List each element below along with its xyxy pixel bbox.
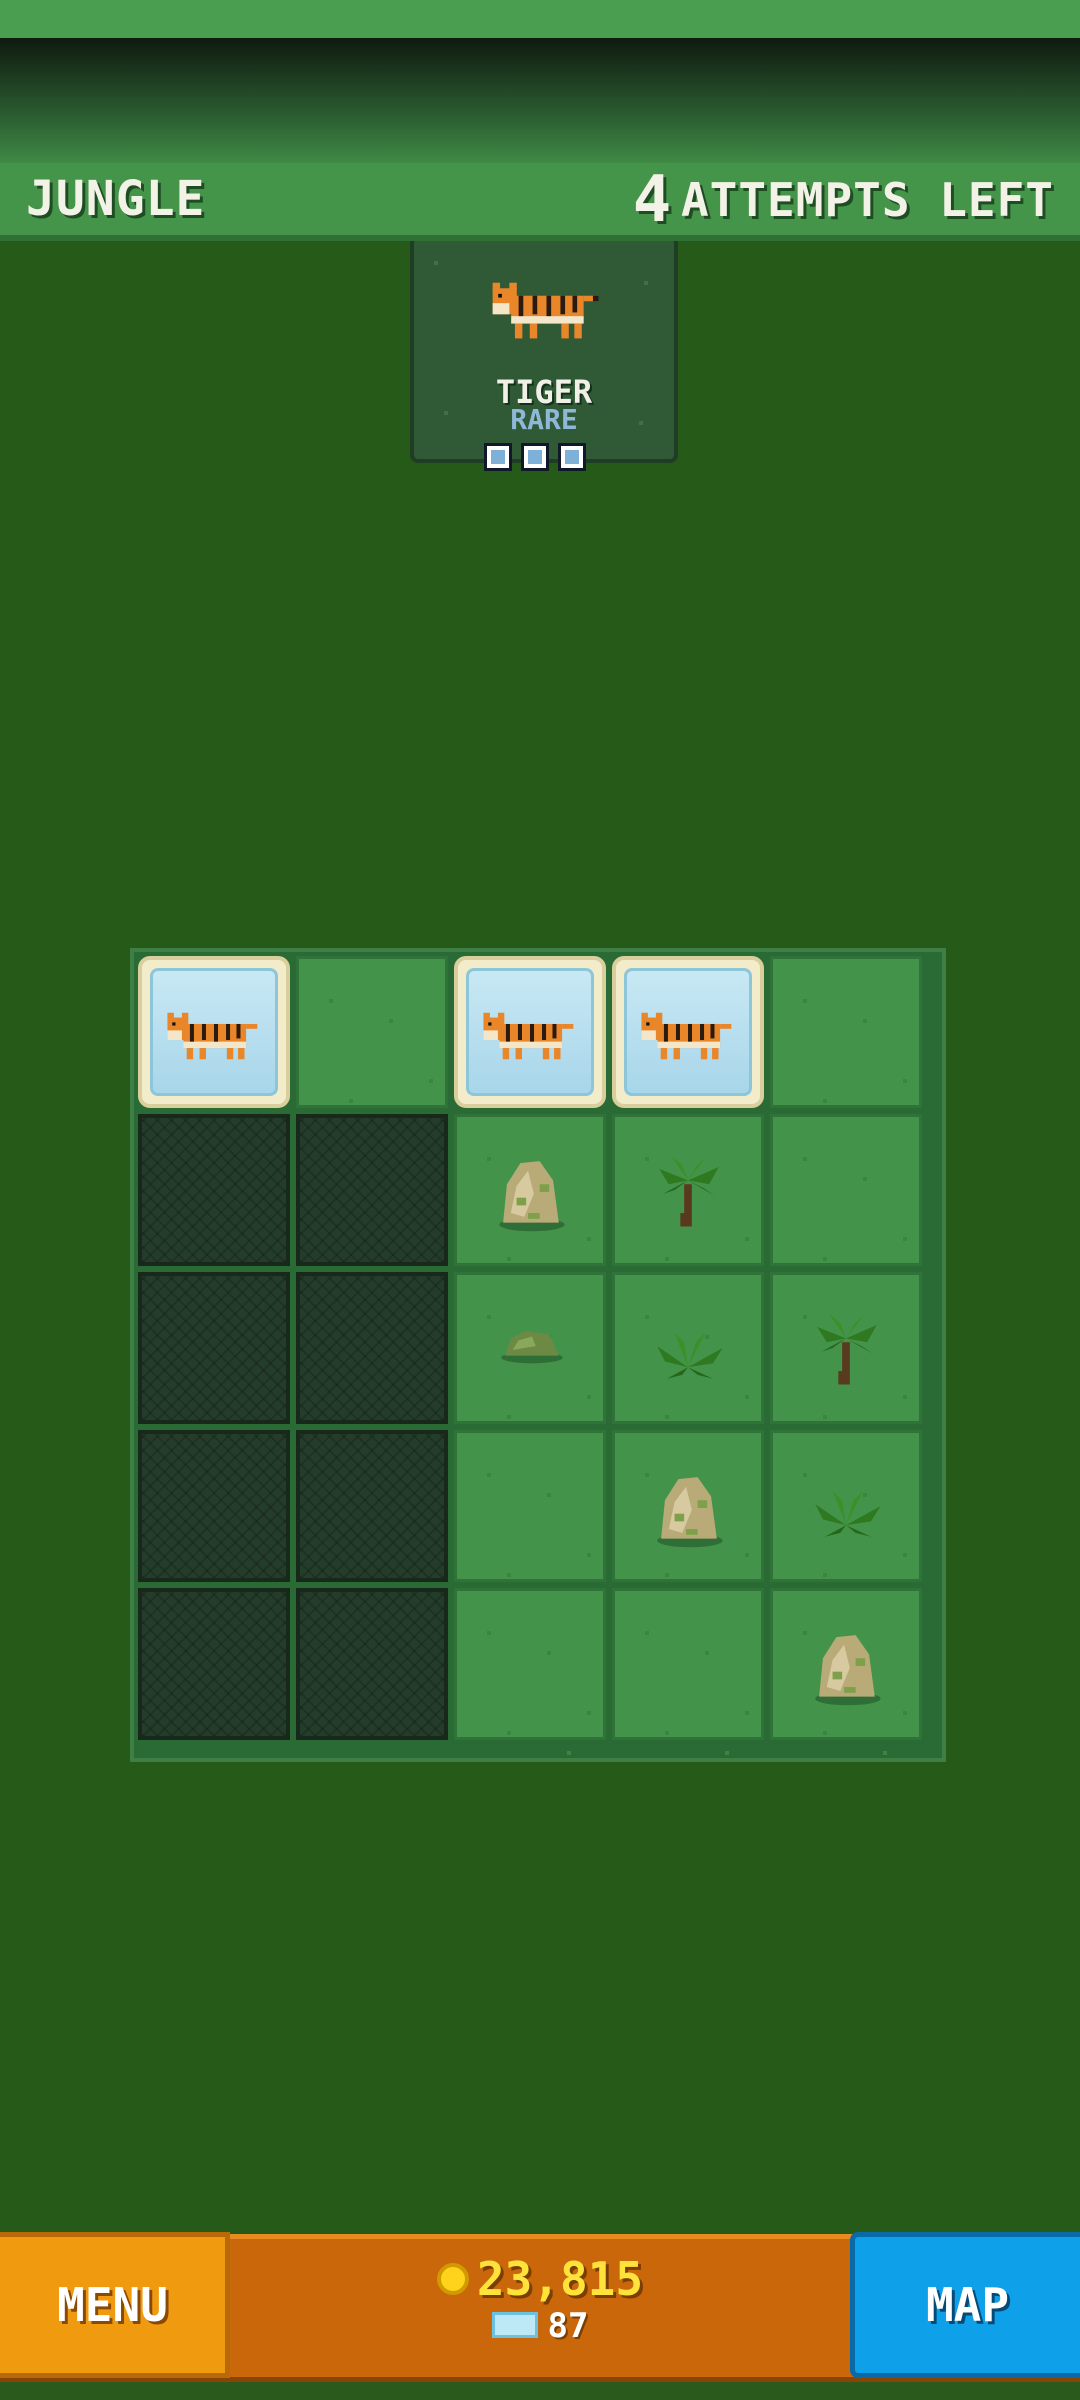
attempts-counter: 4 ATTEMPTS LEFT — [633, 163, 1054, 237]
grid-cell-locked — [138, 1272, 290, 1424]
grid-cell-grass[interactable] — [454, 1588, 606, 1740]
grid-cell-tiger — [454, 956, 606, 1108]
target-rarity: RARE — [510, 403, 578, 436]
progress-slot-3 — [558, 443, 586, 471]
grid-cell-locked — [296, 1430, 448, 1582]
coin-icon — [436, 2262, 469, 2295]
rock-icon — [773, 1591, 919, 1737]
grid-cell-palm[interactable] — [612, 1114, 764, 1266]
grid-cell-locked — [138, 1588, 290, 1740]
grid-cell-locked — [138, 1430, 290, 1582]
grid-cell-rock[interactable] — [770, 1588, 922, 1740]
game-grid — [130, 948, 946, 1762]
zone-title: JUNGLE — [26, 171, 206, 227]
coin-amount: 23,815 — [476, 2252, 644, 2306]
gem-amount: 87 — [547, 2306, 589, 2346]
rock-icon — [615, 1433, 761, 1579]
tiger-icon — [466, 968, 594, 1096]
status-bar-area — [0, 0, 1080, 38]
grid-cell-grass[interactable] — [454, 1430, 606, 1582]
target-animal-card: TIGER RARE — [410, 241, 678, 471]
grid-cell-bush[interactable] — [454, 1272, 606, 1424]
grid-cell-grass[interactable] — [770, 1114, 922, 1266]
grid-cell-locked — [296, 1114, 448, 1266]
map-button[interactable]: MAP — [850, 2232, 1080, 2378]
grid-cell-grass[interactable] — [770, 956, 922, 1108]
grid-cell-fern[interactable] — [612, 1272, 764, 1424]
top-header: JUNGLE 4 ATTEMPTS LEFT — [0, 163, 1080, 241]
palm-icon — [773, 1275, 919, 1421]
attempts-number: 4 — [632, 163, 672, 237]
grid-cell-fern[interactable] — [770, 1430, 922, 1582]
grid-cell-tiger — [612, 956, 764, 1108]
rock-icon — [457, 1117, 603, 1263]
grid-cell-tiger — [138, 956, 290, 1108]
fern-icon — [773, 1433, 919, 1579]
fern-icon — [615, 1275, 761, 1421]
bottom-strip — [0, 2382, 1080, 2400]
grid-cell-rock[interactable] — [612, 1430, 764, 1582]
gem-icon — [491, 2311, 538, 2338]
tiger-icon — [492, 282, 599, 339]
grid-cell-locked — [296, 1272, 448, 1424]
progress-slot-1 — [484, 443, 512, 471]
grid-cell-rock[interactable] — [454, 1114, 606, 1266]
grid-cell-grass[interactable] — [612, 1588, 764, 1740]
tiger-icon — [150, 968, 278, 1096]
tiger-icon — [624, 968, 752, 1096]
target-progress — [484, 443, 586, 471]
progress-slot-2 — [521, 443, 549, 471]
bush-icon — [457, 1275, 603, 1421]
grid-cell-locked — [138, 1114, 290, 1266]
attempts-label: ATTEMPTS LEFT — [680, 173, 1054, 227]
grid-cell-palm[interactable] — [770, 1272, 922, 1424]
palm-icon — [615, 1117, 761, 1263]
top-gradient — [0, 38, 1080, 163]
grid-cell-locked — [296, 1588, 448, 1740]
grid-cell-grass[interactable] — [296, 956, 448, 1108]
